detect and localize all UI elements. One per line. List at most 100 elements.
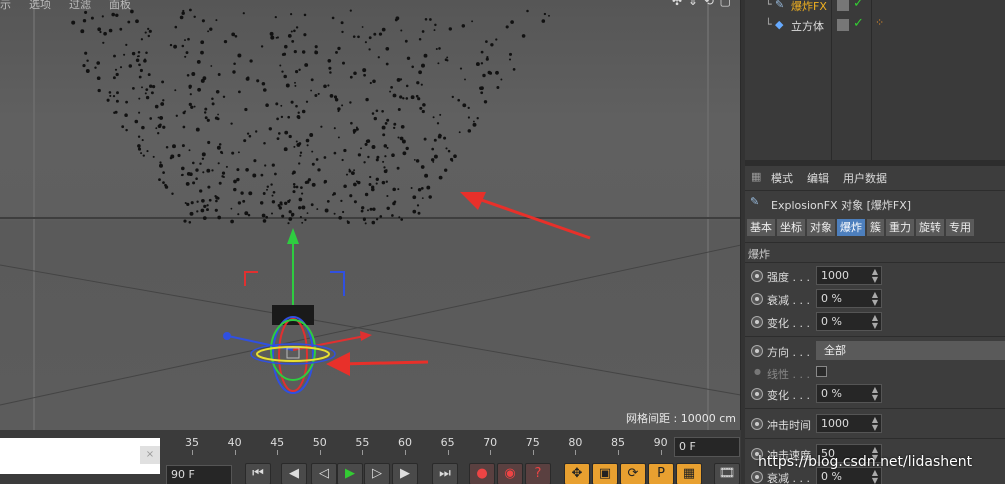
particle bbox=[276, 36, 279, 39]
particle bbox=[335, 50, 338, 54]
tab-基本[interactable]: 基本 bbox=[747, 219, 775, 236]
move-key-button[interactable]: ✥ bbox=[564, 463, 590, 484]
menu-userdata[interactable]: 用户数据 bbox=[843, 170, 887, 188]
enabled-check-icon[interactable]: ✓ bbox=[853, 16, 864, 31]
object-name[interactable]: 爆炸FX bbox=[791, 0, 827, 14]
anim-radio-icon[interactable] bbox=[751, 316, 763, 328]
particle bbox=[543, 12, 547, 16]
menu-mode[interactable]: 模式 bbox=[771, 170, 793, 188]
end-frame-field[interactable]: 90 F bbox=[166, 465, 232, 484]
param-key-button[interactable]: P bbox=[648, 463, 674, 484]
particle bbox=[146, 150, 149, 153]
particle bbox=[314, 50, 319, 55]
tag-icon[interactable]: ⁘ bbox=[875, 16, 884, 29]
keyframe-help-button[interactable]: ? bbox=[525, 463, 551, 484]
particle bbox=[206, 204, 209, 207]
object-row-cube[interactable]: └ ◆ 立方体 ✓ ⁘ bbox=[745, 16, 1005, 36]
goto-end-button[interactable]: ⏭ bbox=[432, 463, 458, 484]
film-button[interactable]: 🎞 bbox=[714, 463, 740, 484]
particle bbox=[372, 79, 376, 84]
particle bbox=[232, 70, 236, 74]
particle bbox=[188, 149, 191, 152]
pla-key-button[interactable]: ▦ bbox=[676, 463, 702, 484]
timeline-tick-label: 50 bbox=[312, 436, 327, 449]
next-key-button[interactable]: ▶ bbox=[392, 463, 418, 484]
anim-radio-icon[interactable] bbox=[751, 345, 763, 357]
particle bbox=[299, 216, 302, 219]
variation-field[interactable]: 0 % ▲ ▼ bbox=[816, 312, 882, 331]
particle bbox=[373, 32, 377, 36]
record-button[interactable]: ● bbox=[469, 463, 495, 484]
param-label: 衰减 . . . bbox=[767, 472, 810, 484]
particle bbox=[102, 41, 105, 44]
particle bbox=[275, 102, 279, 106]
timeline-ruler[interactable]: 35 40 45 50 55 60 65 70 75 80 85 90 bbox=[160, 434, 670, 456]
play-button[interactable]: ▶ bbox=[337, 463, 363, 484]
tab-专用[interactable]: 专用 bbox=[946, 219, 974, 236]
tab-重力[interactable]: 重力 bbox=[886, 219, 914, 236]
particle bbox=[195, 168, 199, 172]
decay-field[interactable]: 0 % ▲ ▼ bbox=[816, 289, 882, 308]
tab-对象[interactable]: 对象 bbox=[807, 219, 835, 236]
menu-edit[interactable]: 编辑 bbox=[807, 170, 829, 188]
particle bbox=[279, 64, 282, 67]
anim-radio-icon[interactable] bbox=[751, 270, 763, 282]
particle bbox=[261, 82, 266, 86]
object-row-explosionfx[interactable]: └ ✎ 爆炸FX ✓ bbox=[745, 0, 1005, 16]
particle bbox=[301, 109, 306, 114]
particle bbox=[113, 111, 116, 114]
next-frame-button[interactable]: ▷ bbox=[364, 463, 390, 484]
particle bbox=[288, 217, 293, 221]
particle bbox=[116, 91, 119, 95]
object-name[interactable]: 立方体 bbox=[791, 18, 824, 34]
3d-viewport[interactable]: 示 选项 过滤 面板 ✣ ⇕ ⟲ ▢ 网格间距: 10000 cm bbox=[0, 0, 741, 430]
particle bbox=[298, 162, 301, 165]
particle bbox=[237, 201, 242, 205]
particle bbox=[211, 169, 214, 172]
linear-checkbox[interactable] bbox=[816, 366, 827, 377]
particle bbox=[184, 55, 187, 58]
timeline-tick-label: 85 bbox=[611, 436, 625, 449]
param-label: 强度 . . . bbox=[767, 271, 810, 284]
attribute-title: ExplosionFX 对象 [爆炸FX] bbox=[771, 199, 912, 212]
anim-radio-icon[interactable] bbox=[751, 388, 763, 400]
tab-旋转[interactable]: 旋转 bbox=[916, 219, 944, 236]
particle bbox=[292, 170, 296, 175]
stepper-icon: ▲ ▼ bbox=[871, 290, 878, 307]
particle bbox=[292, 190, 296, 194]
goto-start-button[interactable]: ⏮ bbox=[245, 463, 271, 484]
disabled-radio-icon: ● bbox=[754, 367, 761, 376]
particle bbox=[482, 73, 486, 78]
tab-坐标[interactable]: 坐标 bbox=[777, 219, 805, 236]
tab-簇[interactable]: 簇 bbox=[867, 219, 884, 236]
particle bbox=[310, 203, 314, 207]
prev-frame-button[interactable]: ◁ bbox=[311, 463, 337, 484]
tab-爆炸[interactable]: 爆炸 bbox=[837, 219, 865, 236]
particle bbox=[360, 209, 364, 213]
particle bbox=[186, 172, 191, 176]
x-axis-arrow-icon bbox=[360, 331, 372, 341]
current-frame-field[interactable]: 0 F bbox=[674, 437, 740, 457]
prev-key-button[interactable]: ◀ bbox=[281, 463, 307, 484]
anim-radio-icon[interactable] bbox=[751, 471, 763, 483]
particle bbox=[421, 30, 425, 33]
particle bbox=[328, 66, 332, 70]
strength-field[interactable]: 1000 ▲ ▼ bbox=[816, 266, 882, 285]
particle bbox=[199, 162, 202, 165]
particle bbox=[364, 222, 367, 225]
autokey-button[interactable]: ◉ bbox=[497, 463, 523, 484]
anim-radio-icon[interactable] bbox=[751, 418, 763, 430]
enabled-check-icon[interactable]: ✓ bbox=[853, 0, 864, 11]
impact-time-field[interactable]: 1000 ▲ ▼ bbox=[816, 414, 882, 433]
particle bbox=[445, 147, 448, 150]
anim-radio-icon[interactable] bbox=[751, 293, 763, 305]
particle bbox=[139, 68, 143, 73]
direction-dropdown[interactable]: 全部 bbox=[816, 341, 1005, 360]
scale-key-button[interactable]: ▣ bbox=[592, 463, 618, 484]
variation2-field[interactable]: 0 % ▲ ▼ bbox=[816, 384, 882, 403]
rotate-key-button[interactable]: ⟳ bbox=[620, 463, 646, 484]
particle bbox=[317, 92, 320, 95]
close-icon[interactable]: × bbox=[140, 446, 160, 464]
timeline-tick-label: 45 bbox=[270, 436, 285, 449]
particle bbox=[317, 168, 321, 172]
